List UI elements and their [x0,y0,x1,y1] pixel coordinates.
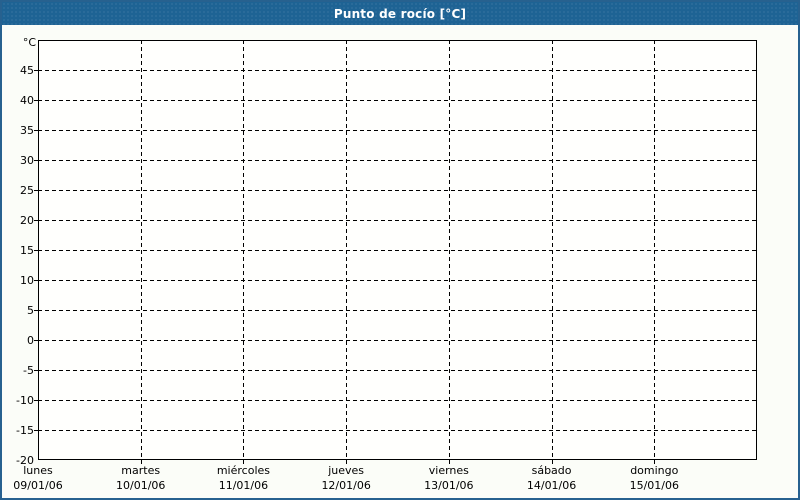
y-tick-label: 10 [20,273,34,287]
x-axis-day-label: jueves [328,464,365,477]
chart-area: °C 45 40 35 30 25 20 15 10 5 0 -5 -10 -15 -20 lunes 09/0… [2,2,798,498]
y-tick-label: 35 [20,123,34,137]
x-gridline [140,40,142,460]
y-gridline [38,160,757,161]
y-tick-label: -15 [16,423,34,437]
x-axis-day-label: viernes [428,464,469,477]
y-gridline [38,70,757,71]
x-axis-date-label: 12/01/06 [321,479,371,492]
x-gridline [346,40,348,460]
x-axis-date-label: 10/01/06 [116,479,166,492]
x-gridline [448,40,450,460]
y-axis-tick [34,160,38,161]
y-axis-tick [34,190,38,191]
x-axis-date-label: 09/01/06 [13,479,63,492]
y-axis-tick [34,250,38,251]
y-axis-tick [34,430,38,431]
y-gridline [38,250,757,251]
x-axis-date-label: 13/01/06 [424,479,474,492]
y-axis-tick [34,70,38,71]
y-axis-tick [34,100,38,101]
y-axis-tick [34,400,38,401]
y-tick-label: 45 [20,63,34,77]
x-gridline [551,40,553,460]
y-tick-label: 25 [20,183,34,197]
x-axis-date-label: 15/01/06 [629,479,679,492]
y-tick-label: 20 [20,213,34,227]
x-axis-date-label: 11/01/06 [218,479,269,492]
x-axis-day-label: domingo [630,464,679,477]
y-axis-tick [34,370,38,371]
y-gridline [38,310,757,311]
y-tick-label: 15 [20,243,34,257]
chart-window: Punto de rocío [°C] °C 45 40 35 30 25 20 15 10 5 0… [0,0,800,500]
x-gridline [654,40,656,460]
y-gridline [38,340,757,341]
y-gridline [38,430,757,431]
y-axis-unit-label: °C [22,36,36,49]
y-tick-label: 40 [20,93,34,107]
y-tick-label: 0 [27,333,34,347]
y-axis-tick [34,130,38,131]
x-gridline [243,40,245,460]
y-gridline [38,400,757,401]
x-axis-date-label: 14/01/06 [526,479,577,492]
y-gridline [38,370,757,371]
y-axis-tick [34,220,38,221]
x-axis-day-label: sábado [531,464,572,477]
y-tick-label: 30 [20,153,34,167]
y-axis-tick [34,340,38,341]
y-gridline [38,100,757,101]
y-gridline [38,130,757,131]
y-gridline [38,220,757,221]
y-tick-label: -5 [23,363,34,377]
y-gridline [38,280,757,281]
y-tick-label: 5 [27,303,34,317]
x-axis-day-label: miércoles [216,464,270,477]
y-tick-label: -10 [16,393,34,407]
y-axis-tick [34,280,38,281]
x-axis-day-label: lunes [23,464,53,477]
y-axis-tick [34,310,38,311]
x-axis-day-label: martes [121,464,161,477]
y-gridline [38,190,757,191]
